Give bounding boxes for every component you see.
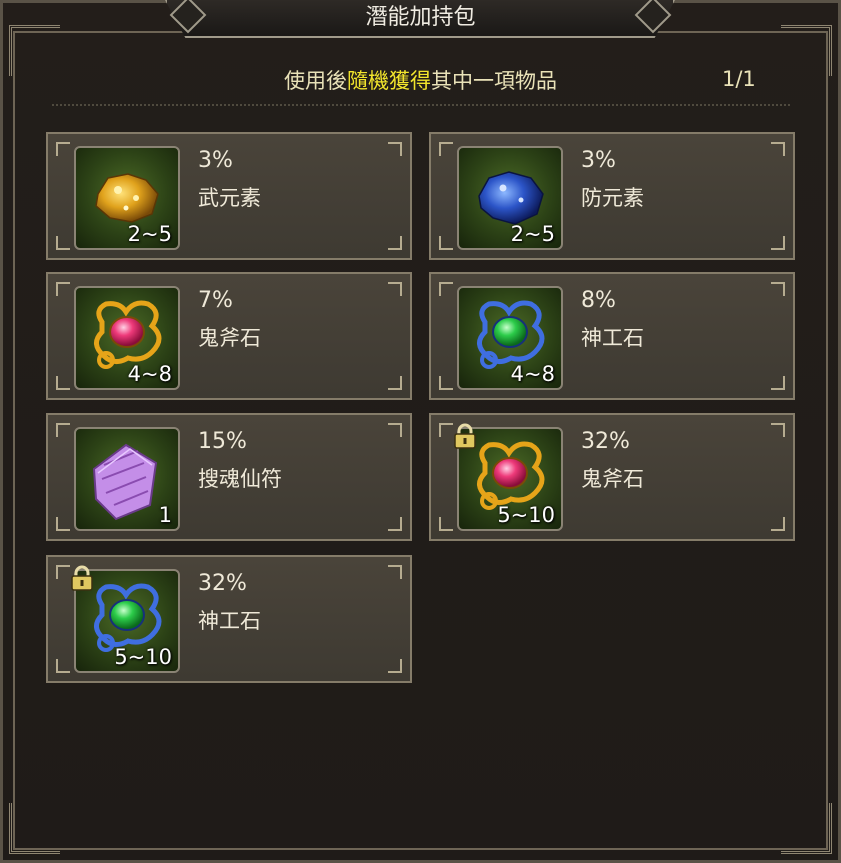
card-corner-ornament <box>56 236 70 250</box>
item-name: 防元素 <box>581 186 644 210</box>
item-card[interactable]: 2~5 3% 武元素 <box>46 132 412 260</box>
info-prefix: 使用後 <box>284 69 347 93</box>
card-corner-ornament <box>388 659 402 673</box>
item-card[interactable]: 2~5 3% 防元素 <box>429 132 795 260</box>
card-corner-ornament <box>56 517 70 531</box>
card-corner-ornament <box>388 423 402 437</box>
card-corner-ornament <box>388 565 402 579</box>
card-corner-ornament <box>439 236 453 250</box>
item-name: 神工石 <box>581 326 644 350</box>
item-quantity: 4~8 <box>127 362 172 386</box>
card-corner-ornament <box>439 142 453 156</box>
card-corner-ornament <box>56 376 70 390</box>
item-chance: 32% <box>198 571 247 596</box>
item-chance: 3% <box>198 148 233 173</box>
card-corner-ornament <box>388 236 402 250</box>
item-quantity: 2~5 <box>510 222 555 246</box>
item-quantity: 5~10 <box>497 503 555 527</box>
card-corner-ornament <box>388 282 402 296</box>
item-name: 搜魂仙符 <box>198 467 282 491</box>
card-corner-ornament <box>56 142 70 156</box>
page-title: 潛能加持包 <box>365 5 476 30</box>
card-corner-ornament <box>388 376 402 390</box>
item-chance: 3% <box>581 148 616 173</box>
item-slot[interactable]: 2~5 <box>74 146 180 250</box>
card-corner-ornament <box>388 142 402 156</box>
item-chance: 32% <box>581 429 630 454</box>
card-corner-ornament <box>56 282 70 296</box>
item-quantity: 1 <box>158 503 172 527</box>
item-quantity: 4~8 <box>510 362 555 386</box>
info-highlight: 隨機獲得 <box>347 69 431 93</box>
divider <box>52 104 790 106</box>
item-chance: 7% <box>198 288 233 313</box>
item-name: 鬼斧石 <box>581 467 644 491</box>
item-name: 鬼斧石 <box>198 326 261 350</box>
card-corner-ornament <box>771 517 785 531</box>
item-chance: 15% <box>198 429 247 454</box>
item-quantity: 2~5 <box>127 222 172 246</box>
item-card[interactable]: 4~8 7% 鬼斧石 <box>46 272 412 400</box>
corner-ornament <box>781 803 832 854</box>
card-corner-ornament <box>439 423 453 437</box>
card-corner-ornament <box>56 423 70 437</box>
item-slot[interactable]: 1 <box>74 427 180 531</box>
card-corner-ornament <box>439 376 453 390</box>
info-suffix: 其中一項物品 <box>431 69 557 93</box>
item-card[interactable]: 1 15% 搜魂仙符 <box>46 413 412 541</box>
item-slot[interactable]: 2~5 <box>457 146 563 250</box>
item-slot[interactable]: 4~8 <box>457 286 563 390</box>
card-corner-ornament <box>771 236 785 250</box>
lock-icon <box>70 565 94 591</box>
item-name: 武元素 <box>198 186 261 210</box>
card-corner-ornament <box>771 142 785 156</box>
card-corner-ornament <box>771 423 785 437</box>
card-corner-ornament <box>771 282 785 296</box>
item-card[interactable]: 4~8 8% 神工石 <box>429 272 795 400</box>
item-chance: 8% <box>581 288 616 313</box>
card-corner-ornament <box>388 517 402 531</box>
info-text: 使用後隨機獲得其中一項物品 <box>0 64 841 98</box>
card-corner-ornament <box>56 565 70 579</box>
item-slot[interactable]: 4~8 <box>74 286 180 390</box>
lock-icon <box>453 423 477 449</box>
page-indicator: 1/1 <box>722 67 756 91</box>
item-quantity: 5~10 <box>114 645 172 669</box>
item-card[interactable]: 5~10 32% 鬼斧石 <box>429 413 795 541</box>
card-corner-ornament <box>439 282 453 296</box>
corner-ornament <box>9 803 60 854</box>
card-corner-ornament <box>771 376 785 390</box>
item-card[interactable]: 5~10 32% 神工石 <box>46 555 412 683</box>
item-name: 神工石 <box>198 609 261 633</box>
card-corner-ornament <box>56 659 70 673</box>
card-corner-ornament <box>439 517 453 531</box>
